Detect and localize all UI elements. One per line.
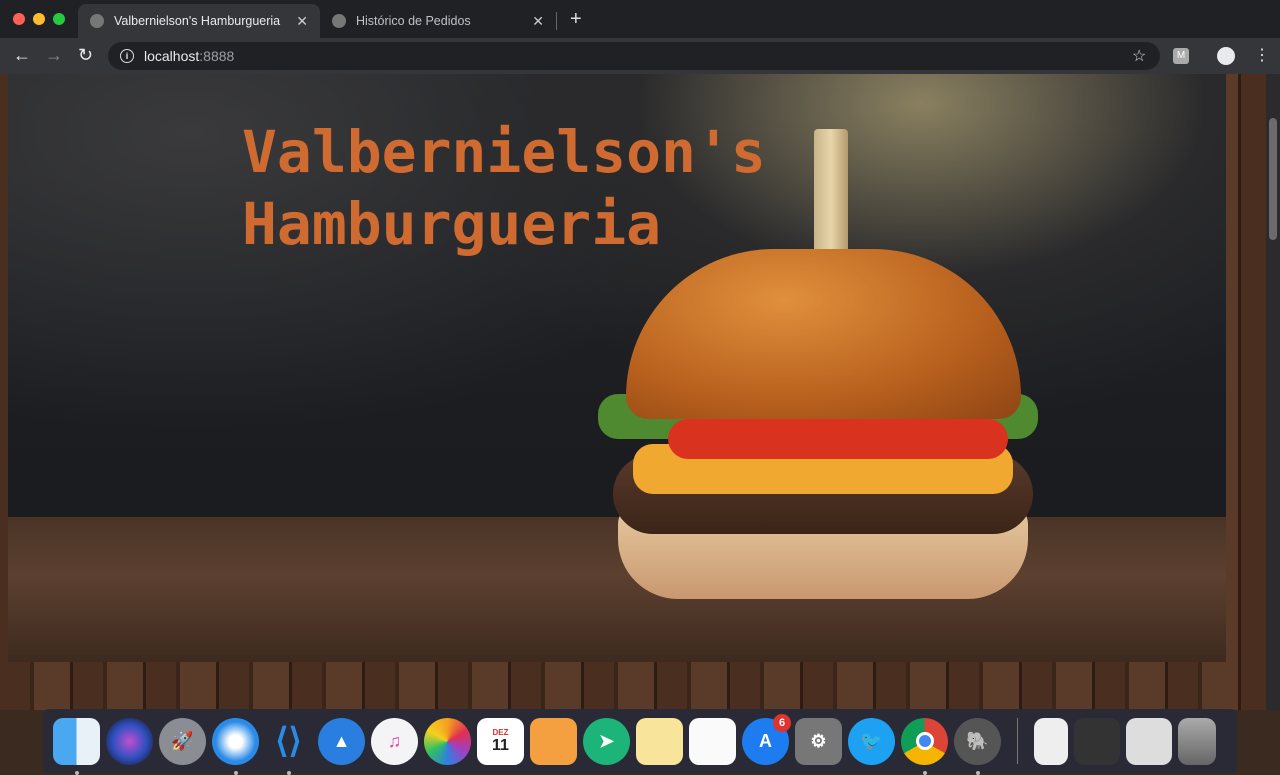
window-controls xyxy=(13,13,65,25)
elephant-favicon-icon xyxy=(90,14,104,28)
document-stack-icon[interactable] xyxy=(1034,717,1068,765)
url-host: localhost xyxy=(144,48,200,64)
new-tab-button[interactable]: + xyxy=(570,8,582,31)
close-window-button[interactable] xyxy=(13,13,25,25)
close-tab-icon[interactable]: ✕ xyxy=(296,13,308,30)
info-icon[interactable]: i xyxy=(120,49,134,63)
tab-historico[interactable]: Histórico de Pedidos ✕ xyxy=(320,4,556,38)
scrollbar-thumb[interactable] xyxy=(1269,118,1277,240)
launchpad-icon[interactable]: 🚀 xyxy=(159,717,206,765)
notes-icon[interactable] xyxy=(636,717,683,765)
vscode-icon[interactable]: ⟨⟩ xyxy=(265,718,312,775)
mamp-icon[interactable]: 🐘 xyxy=(954,717,1001,775)
zoom-window-button[interactable] xyxy=(53,13,65,25)
dock-separator xyxy=(1017,718,1018,764)
extension-icon[interactable]: M xyxy=(1173,48,1189,64)
tab-divider xyxy=(556,12,557,30)
calendar-month: DEZ xyxy=(492,727,509,737)
music-icon[interactable]: ♫ xyxy=(371,717,418,765)
chrome-icon[interactable] xyxy=(901,717,948,775)
downloads-stack-icon[interactable] xyxy=(1126,717,1172,765)
more-menu-icon[interactable]: ⋮ xyxy=(1254,45,1270,65)
finder-icon[interactable] xyxy=(53,717,100,775)
reminders-icon[interactable] xyxy=(689,717,736,765)
burger-bun xyxy=(626,249,1021,419)
burger-tomato xyxy=(668,419,1008,459)
screenshot-stack-icon[interactable] xyxy=(1074,717,1120,765)
calendar-icon[interactable]: DEZ 11 xyxy=(477,717,524,765)
address-bar[interactable]: i localhost:8888 xyxy=(108,42,1160,70)
wooden-table xyxy=(8,517,1226,662)
minimize-window-button[interactable] xyxy=(33,13,45,25)
reload-icon[interactable]: ↻ xyxy=(78,45,93,66)
photos-icon[interactable] xyxy=(424,717,471,765)
tab-bar: Valbernielson's Hamburgueria ✕ Histórico… xyxy=(0,0,1280,38)
page-content: Valbernielson's Hamburgueria xyxy=(0,74,1266,710)
app-store-badge: 6 xyxy=(773,713,791,732)
tab-title: Histórico de Pedidos xyxy=(356,14,471,28)
tab-title: Valbernielson's Hamburgueria xyxy=(114,14,281,28)
forward-arrow-icon[interactable]: → xyxy=(45,45,63,66)
twitter-icon[interactable]: 🐦 xyxy=(848,717,895,765)
safari-icon[interactable] xyxy=(212,717,259,775)
back-arrow-icon[interactable]: ← xyxy=(13,45,31,66)
profile-icon[interactable] xyxy=(1217,47,1235,65)
bookmark-star-icon[interactable]: ☆ xyxy=(1132,46,1146,66)
elephant-favicon-icon xyxy=(332,14,346,28)
hero-title: Valbernielson's Hamburgueria xyxy=(242,118,766,258)
browser-toolbar: ← → ↻ i localhost:8888 ☆ M ⋮ xyxy=(0,38,1280,74)
trash-icon[interactable] xyxy=(1178,717,1216,765)
pages-icon[interactable] xyxy=(530,717,577,765)
siri-icon[interactable] xyxy=(106,717,153,765)
url-port: :8888 xyxy=(199,48,235,64)
spark-icon[interactable]: ▲ xyxy=(318,717,365,765)
calendar-day: 11 xyxy=(492,736,509,754)
close-tab-icon[interactable]: ✕ xyxy=(532,13,544,30)
app-store-icon[interactable]: A6 xyxy=(742,713,791,765)
tab-valbernielsons[interactable]: Valbernielson's Hamburgueria ✕ xyxy=(78,4,320,38)
dock: 🚀 ⟨⟩ ▲ ♫ DEZ 11 ➤ A6 ⚙ 🐦 🐘 xyxy=(43,709,1237,775)
hero-banner: Valbernielson's Hamburgueria xyxy=(8,74,1226,662)
system-preferences-icon[interactable]: ⚙ xyxy=(795,717,842,765)
direct-mail-icon[interactable]: ➤ xyxy=(583,717,630,765)
